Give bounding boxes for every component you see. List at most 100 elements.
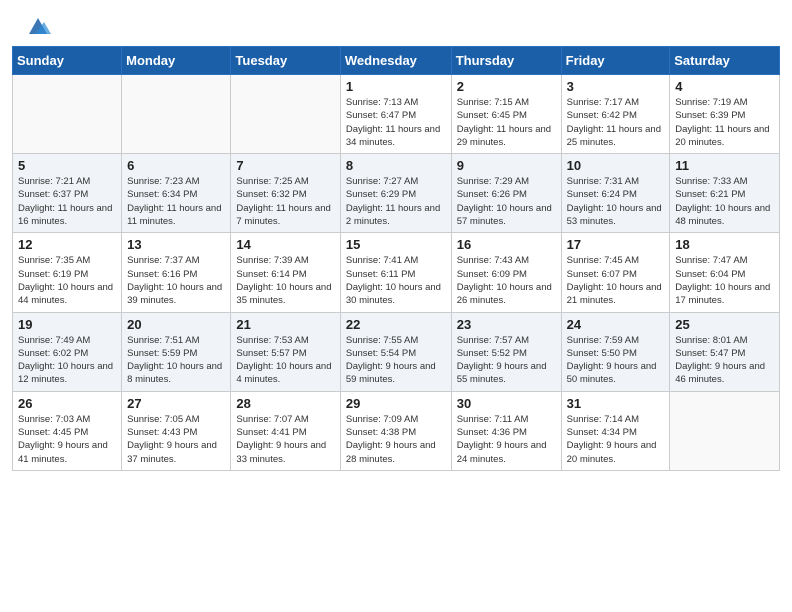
calendar-cell: 3 Sunrise: 7:17 AM Sunset: 6:42 PM Daylig… [561, 75, 670, 154]
day-detail: Sunrise: 7:23 AM Sunset: 6:34 PM Dayligh… [127, 175, 225, 228]
day-number: 22 [346, 317, 446, 332]
calendar-cell: 8 Sunrise: 7:27 AM Sunset: 6:29 PM Daylig… [340, 154, 451, 233]
day-detail: Sunrise: 7:43 AM Sunset: 6:09 PM Dayligh… [457, 254, 556, 307]
day-detail: Sunrise: 7:05 AM Sunset: 4:43 PM Dayligh… [127, 413, 225, 466]
calendar-cell: 7 Sunrise: 7:25 AM Sunset: 6:32 PM Daylig… [231, 154, 340, 233]
day-detail: Sunrise: 7:11 AM Sunset: 4:36 PM Dayligh… [457, 413, 556, 466]
day-detail: Sunrise: 7:53 AM Sunset: 5:57 PM Dayligh… [236, 334, 334, 387]
calendar-cell: 20 Sunrise: 7:51 AM Sunset: 5:59 PM Dayli… [122, 312, 231, 391]
day-number: 3 [567, 79, 665, 94]
day-number: 31 [567, 396, 665, 411]
day-number: 30 [457, 396, 556, 411]
calendar-cell: 5Sunrise: 7:21 AM Sunset: 6:37 PM Daylig… [13, 154, 122, 233]
day-number: 7 [236, 158, 334, 173]
day-detail: Sunrise: 7:17 AM Sunset: 6:42 PM Dayligh… [567, 96, 665, 149]
calendar-cell [670, 391, 780, 470]
calendar-week-row: 12 Sunrise: 7:35 AM Sunset: 6:19 PM Dayli… [13, 233, 780, 312]
day-detail: Sunrise: 7:45 AM Sunset: 6:07 PM Dayligh… [567, 254, 665, 307]
day-detail: Sunrise: 7:41 AM Sunset: 6:11 PM Dayligh… [346, 254, 446, 307]
logo-icon [25, 16, 51, 38]
day-detail: Sunrise: 7:39 AM Sunset: 6:14 PM Dayligh… [236, 254, 334, 307]
header [0, 0, 792, 46]
calendar-week-row: 26Sunrise: 7:03 AM Sunset: 4:45 PM Dayli… [13, 391, 780, 470]
calendar-week-row: 1Sunrise: 7:13 AM Sunset: 6:47 PM Daylig… [13, 75, 780, 154]
day-detail: Sunrise: 7:09 AM Sunset: 4:38 PM Dayligh… [346, 413, 446, 466]
calendar-cell: 23 Sunrise: 7:57 AM Sunset: 5:52 PM Dayli… [451, 312, 561, 391]
weekday-header-saturday: Saturday [670, 47, 780, 75]
calendar-week-row: 19Sunrise: 7:49 AM Sunset: 6:02 PM Dayli… [13, 312, 780, 391]
day-number: 19 [18, 317, 116, 332]
day-number: 29 [346, 396, 446, 411]
day-number: 16 [457, 237, 556, 252]
day-number: 26 [18, 396, 116, 411]
calendar-cell: 31 Sunrise: 7:14 AM Sunset: 4:34 PM Dayli… [561, 391, 670, 470]
day-detail: Sunrise: 7:47 AM Sunset: 6:04 PM Dayligh… [675, 254, 774, 307]
day-number: 6 [127, 158, 225, 173]
weekday-header-thursday: Thursday [451, 47, 561, 75]
day-number: 27 [127, 396, 225, 411]
calendar-table: SundayMondayTuesdayWednesdayThursdayFrid… [12, 46, 780, 471]
day-number: 23 [457, 317, 556, 332]
calendar-cell: 10 Sunrise: 7:31 AM Sunset: 6:24 PM Dayli… [561, 154, 670, 233]
day-number: 14 [236, 237, 334, 252]
calendar-cell: 18Sunrise: 7:47 AM Sunset: 6:04 PM Dayli… [670, 233, 780, 312]
calendar-cell: 13 Sunrise: 7:37 AM Sunset: 6:16 PM Dayli… [122, 233, 231, 312]
day-number: 15 [346, 237, 446, 252]
calendar-cell: 24 Sunrise: 7:59 AM Sunset: 5:50 PM Dayli… [561, 312, 670, 391]
day-number: 24 [567, 317, 665, 332]
calendar-cell: 15 Sunrise: 7:41 AM Sunset: 6:11 PM Dayli… [340, 233, 451, 312]
calendar-cell: 1Sunrise: 7:13 AM Sunset: 6:47 PM Daylig… [340, 75, 451, 154]
day-number: 10 [567, 158, 665, 173]
calendar-cell: 6 Sunrise: 7:23 AM Sunset: 6:34 PM Daylig… [122, 154, 231, 233]
calendar-cell: 27 Sunrise: 7:05 AM Sunset: 4:43 PM Dayli… [122, 391, 231, 470]
day-number: 2 [457, 79, 556, 94]
calendar-cell: 25 Sunrise: 8:01 AM Sunset: 5:47 PM Dayli… [670, 312, 780, 391]
day-number: 9 [457, 158, 556, 173]
day-detail: Sunrise: 7:25 AM Sunset: 6:32 PM Dayligh… [236, 175, 334, 228]
calendar-cell: 19Sunrise: 7:49 AM Sunset: 6:02 PM Dayli… [13, 312, 122, 391]
day-number: 21 [236, 317, 334, 332]
weekday-header-wednesday: Wednesday [340, 47, 451, 75]
day-detail: Sunrise: 7:27 AM Sunset: 6:29 PM Dayligh… [346, 175, 446, 228]
calendar-cell [231, 75, 340, 154]
day-detail: Sunrise: 7:51 AM Sunset: 5:59 PM Dayligh… [127, 334, 225, 387]
calendar-cell: 11Sunrise: 7:33 AM Sunset: 6:21 PM Dayli… [670, 154, 780, 233]
day-number: 8 [346, 158, 446, 173]
day-detail: Sunrise: 7:33 AM Sunset: 6:21 PM Dayligh… [675, 175, 774, 228]
calendar-cell [13, 75, 122, 154]
day-detail: Sunrise: 7:57 AM Sunset: 5:52 PM Dayligh… [457, 334, 556, 387]
weekday-header-tuesday: Tuesday [231, 47, 340, 75]
day-number: 12 [18, 237, 116, 252]
weekday-header-friday: Friday [561, 47, 670, 75]
day-detail: Sunrise: 7:14 AM Sunset: 4:34 PM Dayligh… [567, 413, 665, 466]
day-detail: Sunrise: 7:37 AM Sunset: 6:16 PM Dayligh… [127, 254, 225, 307]
day-detail: Sunrise: 7:59 AM Sunset: 5:50 PM Dayligh… [567, 334, 665, 387]
weekday-header-monday: Monday [122, 47, 231, 75]
calendar-cell: 28 Sunrise: 7:07 AM Sunset: 4:41 PM Dayli… [231, 391, 340, 470]
calendar-cell: 12 Sunrise: 7:35 AM Sunset: 6:19 PM Dayli… [13, 233, 122, 312]
calendar-cell: 17Sunrise: 7:45 AM Sunset: 6:07 PM Dayli… [561, 233, 670, 312]
day-detail: Sunrise: 7:31 AM Sunset: 6:24 PM Dayligh… [567, 175, 665, 228]
day-number: 28 [236, 396, 334, 411]
day-detail: Sunrise: 7:15 AM Sunset: 6:45 PM Dayligh… [457, 96, 556, 149]
calendar-cell: 30 Sunrise: 7:11 AM Sunset: 4:36 PM Dayli… [451, 391, 561, 470]
day-detail: Sunrise: 7:21 AM Sunset: 6:37 PM Dayligh… [18, 175, 116, 228]
logo [24, 18, 51, 36]
calendar-cell: 21 Sunrise: 7:53 AM Sunset: 5:57 PM Dayli… [231, 312, 340, 391]
day-detail: Sunrise: 7:07 AM Sunset: 4:41 PM Dayligh… [236, 413, 334, 466]
calendar-cell: 16 Sunrise: 7:43 AM Sunset: 6:09 PM Dayli… [451, 233, 561, 312]
day-number: 25 [675, 317, 774, 332]
day-detail: Sunrise: 8:01 AM Sunset: 5:47 PM Dayligh… [675, 334, 774, 387]
calendar-cell: 26Sunrise: 7:03 AM Sunset: 4:45 PM Dayli… [13, 391, 122, 470]
calendar-cell [122, 75, 231, 154]
day-number: 13 [127, 237, 225, 252]
calendar-cell: 14 Sunrise: 7:39 AM Sunset: 6:14 PM Dayli… [231, 233, 340, 312]
weekday-header-sunday: Sunday [13, 47, 122, 75]
day-number: 20 [127, 317, 225, 332]
calendar-week-row: 5Sunrise: 7:21 AM Sunset: 6:37 PM Daylig… [13, 154, 780, 233]
weekday-header-row: SundayMondayTuesdayWednesdayThursdayFrid… [13, 47, 780, 75]
day-detail: Sunrise: 7:35 AM Sunset: 6:19 PM Dayligh… [18, 254, 116, 307]
day-detail: Sunrise: 7:19 AM Sunset: 6:39 PM Dayligh… [675, 96, 774, 149]
day-number: 1 [346, 79, 446, 94]
calendar-page: SundayMondayTuesdayWednesdayThursdayFrid… [0, 0, 792, 471]
